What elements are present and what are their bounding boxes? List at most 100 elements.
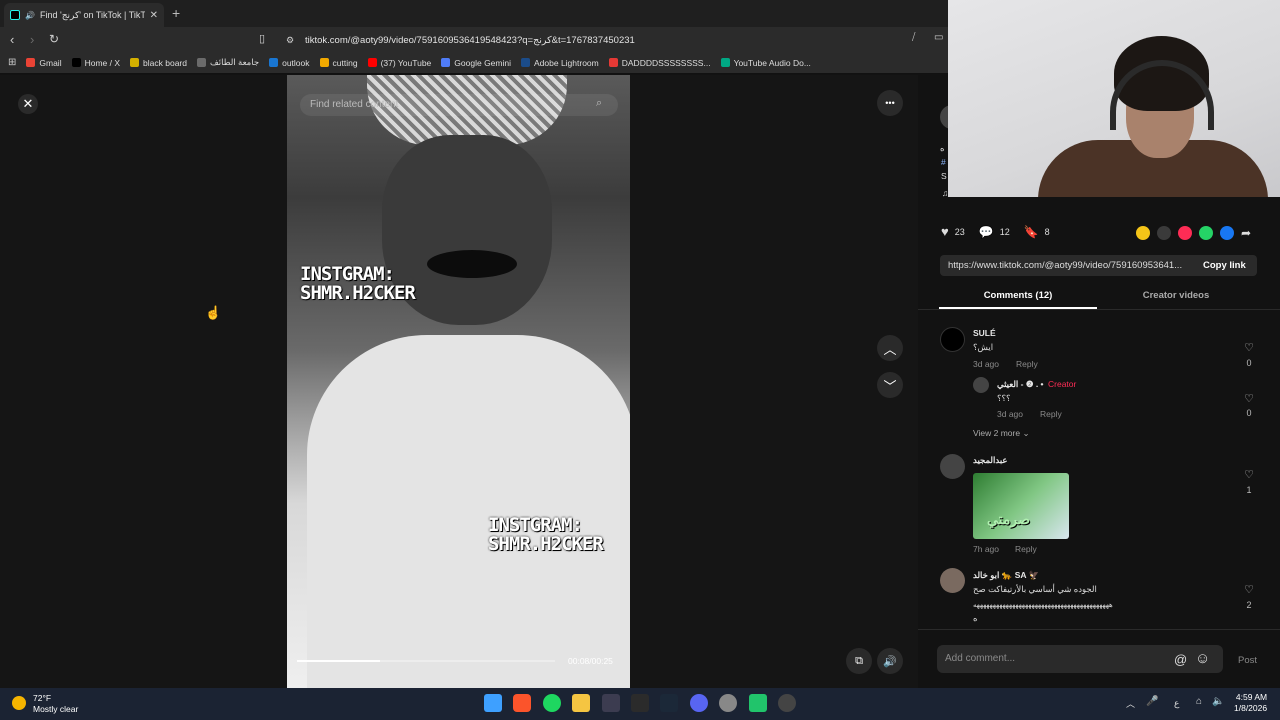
more-options-button[interactable]: ••• bbox=[877, 90, 903, 116]
comment-age: 3d ago bbox=[997, 409, 1023, 419]
comment-author[interactable]: العيثي - ❷ . • bbox=[997, 379, 1044, 390]
tab-close-icon[interactable]: ✕ bbox=[150, 10, 158, 21]
video-frame-body bbox=[307, 335, 630, 688]
tab-comments[interactable]: Comments (12) bbox=[939, 287, 1097, 309]
bookmark-item[interactable]: Adobe Lightroom bbox=[521, 58, 599, 68]
forward-icon[interactable]: › bbox=[30, 32, 34, 47]
avatar[interactable] bbox=[973, 377, 989, 393]
obs-icon[interactable] bbox=[778, 694, 796, 712]
save-button[interactable]: 🔖 8 bbox=[1024, 225, 1050, 239]
comment-like-icon[interactable]: ♡ bbox=[1242, 341, 1256, 354]
epic-games-icon[interactable] bbox=[631, 694, 649, 712]
microphone-icon[interactable]: 🎤 bbox=[1146, 696, 1158, 707]
weather-condition: Mostly clear bbox=[33, 703, 79, 714]
bookmark-item[interactable]: Gmail bbox=[26, 57, 62, 68]
pip-button[interactable]: ⧉ bbox=[846, 648, 872, 674]
bookmark-item[interactable]: (37) YouTube bbox=[367, 58, 431, 68]
bookmark-item[interactable]: Home / X bbox=[71, 58, 120, 68]
audio-playing-icon[interactable]: 🔊 bbox=[25, 11, 35, 20]
start-icon[interactable] bbox=[484, 694, 502, 712]
repost-icon[interactable] bbox=[1136, 226, 1150, 240]
comment-button[interactable]: 💬 12 bbox=[979, 225, 1010, 239]
avatar[interactable] bbox=[940, 327, 965, 352]
mention-button[interactable]: @ bbox=[1174, 652, 1187, 667]
previous-video-button[interactable]: ︿ bbox=[877, 335, 903, 361]
bookmark-page-icon[interactable]: ▯ bbox=[259, 32, 265, 45]
back-icon[interactable]: ‹ bbox=[10, 32, 14, 47]
divider bbox=[918, 629, 1280, 630]
facebook-icon[interactable] bbox=[1220, 226, 1234, 240]
bookmark-item[interactable]: YouTube Audio Do... bbox=[720, 58, 811, 68]
comment-author[interactable]: SULÉ bbox=[973, 328, 996, 338]
bookmark-item[interactable]: black board bbox=[130, 58, 187, 68]
browser-tab[interactable]: 🔊 Find 'كرنج' on TikTok | TikTok ✕ bbox=[4, 3, 164, 27]
related-search-input[interactable]: Find related content bbox=[300, 94, 618, 116]
bookmark-label: جامعة الطائف bbox=[209, 57, 260, 67]
share-arrow-icon[interactable]: ➦ bbox=[1241, 226, 1251, 240]
bookmark-item[interactable]: DADDDDSSSSSSSS... bbox=[608, 58, 711, 68]
watermark-line: SHMR.H2CKER bbox=[488, 533, 604, 555]
reply-button[interactable]: Reply bbox=[1040, 409, 1062, 419]
site-info-icon[interactable]: ⚙ bbox=[286, 35, 294, 46]
bookmark-label: cutting bbox=[332, 57, 358, 68]
network-icon[interactable]: ⌂ bbox=[1196, 696, 1202, 707]
reply-button[interactable]: Reply bbox=[1015, 544, 1037, 554]
whatsapp-icon[interactable] bbox=[1199, 226, 1213, 240]
input-language[interactable]: ع bbox=[1174, 698, 1179, 709]
reply-button[interactable]: Reply bbox=[1016, 359, 1038, 369]
file-explorer-icon[interactable] bbox=[572, 694, 590, 712]
bookmark-item[interactable]: cutting bbox=[319, 57, 358, 68]
reload-icon[interactable]: ↻ bbox=[49, 32, 59, 46]
comment-text: هههههههههههههههههههههههههههههههههههههههه… bbox=[973, 602, 1113, 609]
tiktok-favicon-icon bbox=[10, 10, 20, 20]
comment-like-icon[interactable]: ♡ bbox=[1242, 583, 1256, 596]
copy-link-button[interactable]: Copy link bbox=[1203, 260, 1246, 271]
comment-author[interactable]: ابو خالد 🐆 SA 🦅 bbox=[973, 570, 1039, 581]
tray-chevron-icon[interactable]: ︿ bbox=[1126, 697, 1135, 710]
video-progress-track[interactable] bbox=[297, 660, 555, 662]
avatar[interactable] bbox=[940, 454, 965, 479]
settings-gear-icon[interactable] bbox=[719, 694, 737, 712]
weather-icon[interactable] bbox=[12, 696, 26, 710]
davinci-resolve-icon[interactable] bbox=[602, 694, 620, 712]
post-button[interactable]: Post bbox=[1238, 655, 1257, 666]
discord-icon[interactable] bbox=[690, 694, 708, 712]
like-button[interactable]: ♥ 23 bbox=[941, 224, 965, 239]
bookmark-favicon-icon bbox=[26, 58, 36, 67]
bookmark-item[interactable]: outlook bbox=[269, 58, 310, 68]
video-frame-mustache bbox=[427, 250, 517, 278]
comment-like-icon[interactable]: ♡ bbox=[1242, 468, 1256, 481]
bookmark-item[interactable]: Google Gemini bbox=[441, 58, 511, 68]
volume-button[interactable]: 🔊 bbox=[877, 648, 903, 674]
view-more-replies[interactable]: View 2 more ⌄ bbox=[973, 428, 1030, 439]
system-clock[interactable]: 4:59 AM 1/8/2026 bbox=[1234, 692, 1267, 714]
volume-icon[interactable]: 🔈 bbox=[1212, 696, 1224, 707]
next-video-button[interactable]: ﹀ bbox=[877, 372, 903, 398]
close-viewer-button[interactable]: ✕ bbox=[18, 94, 38, 114]
emoji-button[interactable]: ☺ bbox=[1195, 650, 1210, 667]
view-more-label: View 2 more bbox=[973, 428, 1021, 438]
comment-age: 7h ago bbox=[973, 544, 999, 554]
cast-icon[interactable]: ▭ bbox=[934, 32, 943, 43]
brave-shields-icon[interactable]: ⧸ bbox=[912, 32, 915, 43]
comment-author[interactable]: عبدالمجيد bbox=[973, 455, 1007, 466]
spotify-icon[interactable] bbox=[543, 694, 561, 712]
send-icon[interactable] bbox=[1178, 226, 1192, 240]
description-hashtag[interactable]: # bbox=[941, 157, 946, 167]
brave-browser-icon[interactable] bbox=[513, 694, 531, 712]
avatar[interactable] bbox=[940, 568, 965, 593]
capcut-icon[interactable] bbox=[749, 694, 767, 712]
search-icon[interactable]: ⌕ bbox=[596, 97, 602, 110]
bookmark-item[interactable]: جامعة الطائف bbox=[196, 57, 260, 68]
comment-like-icon[interactable]: ♡ bbox=[1242, 392, 1256, 405]
embed-icon[interactable] bbox=[1157, 226, 1171, 240]
weather-widget[interactable]: 72°F Mostly clear bbox=[33, 693, 78, 714]
tab-creator-videos[interactable]: Creator videos bbox=[1097, 287, 1255, 309]
new-tab-button[interactable]: + bbox=[172, 5, 180, 21]
apps-grid-icon[interactable]: ⊞ bbox=[8, 57, 16, 68]
address-bar[interactable]: tiktok.com/@aoty99/video/759160953641954… bbox=[280, 31, 932, 49]
steam-icon[interactable] bbox=[660, 694, 678, 712]
bookmark-label: Gmail bbox=[39, 57, 62, 68]
video-player[interactable]: INSTGRAM: SHMR.H2CKER INSTGRAM: SHMR.H2C… bbox=[287, 75, 630, 688]
comment-sticker-image[interactable]: صرمتي bbox=[973, 473, 1069, 539]
